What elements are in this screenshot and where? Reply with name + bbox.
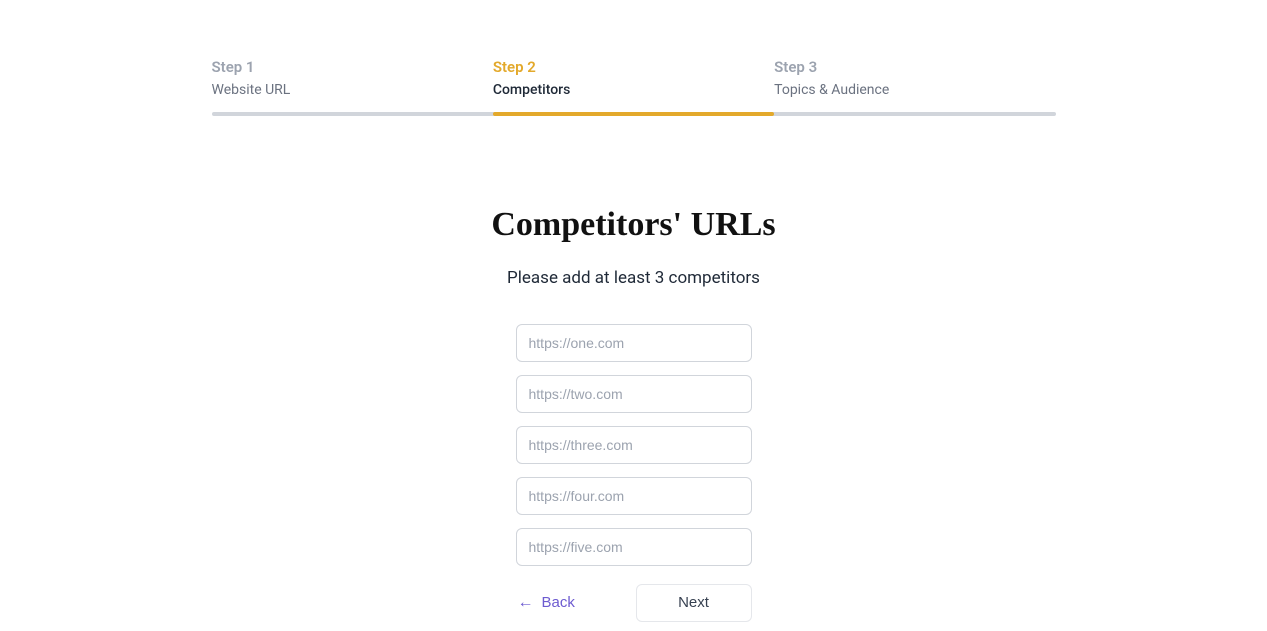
stepper: Step 1 Website URL Step 2 Competitors St… [212,58,1056,98]
step-2-title: Step 2 [493,58,774,78]
step-1-subtitle: Website URL [212,82,493,98]
step-2[interactable]: Step 2 Competitors [493,58,774,98]
form-actions: ← Back Next [516,584,752,622]
arrow-left-icon: ← [518,595,534,611]
competitor-url-2[interactable] [516,375,752,413]
step-3-subtitle: Topics & Audience [774,82,1055,98]
step-2-subtitle: Competitors [493,82,774,98]
step-3-title: Step 3 [774,58,1055,78]
next-button[interactable]: Next [636,584,752,622]
competitor-url-3[interactable] [516,426,752,464]
competitor-url-4[interactable] [516,477,752,515]
page-title: Competitors' URLs [212,206,1056,244]
step-1[interactable]: Step 1 Website URL [212,58,493,98]
competitor-url-5[interactable] [516,528,752,566]
competitor-inputs [212,324,1056,566]
step-1-title: Step 1 [212,58,493,78]
page-subtitle: Please add at least 3 competitors [212,268,1056,288]
competitor-url-1[interactable] [516,324,752,362]
step-3[interactable]: Step 3 Topics & Audience [774,58,1055,98]
progress-fill [493,112,774,116]
back-button[interactable]: ← Back [516,588,577,617]
back-label: Back [542,594,575,611]
progress-bar [212,112,1056,116]
